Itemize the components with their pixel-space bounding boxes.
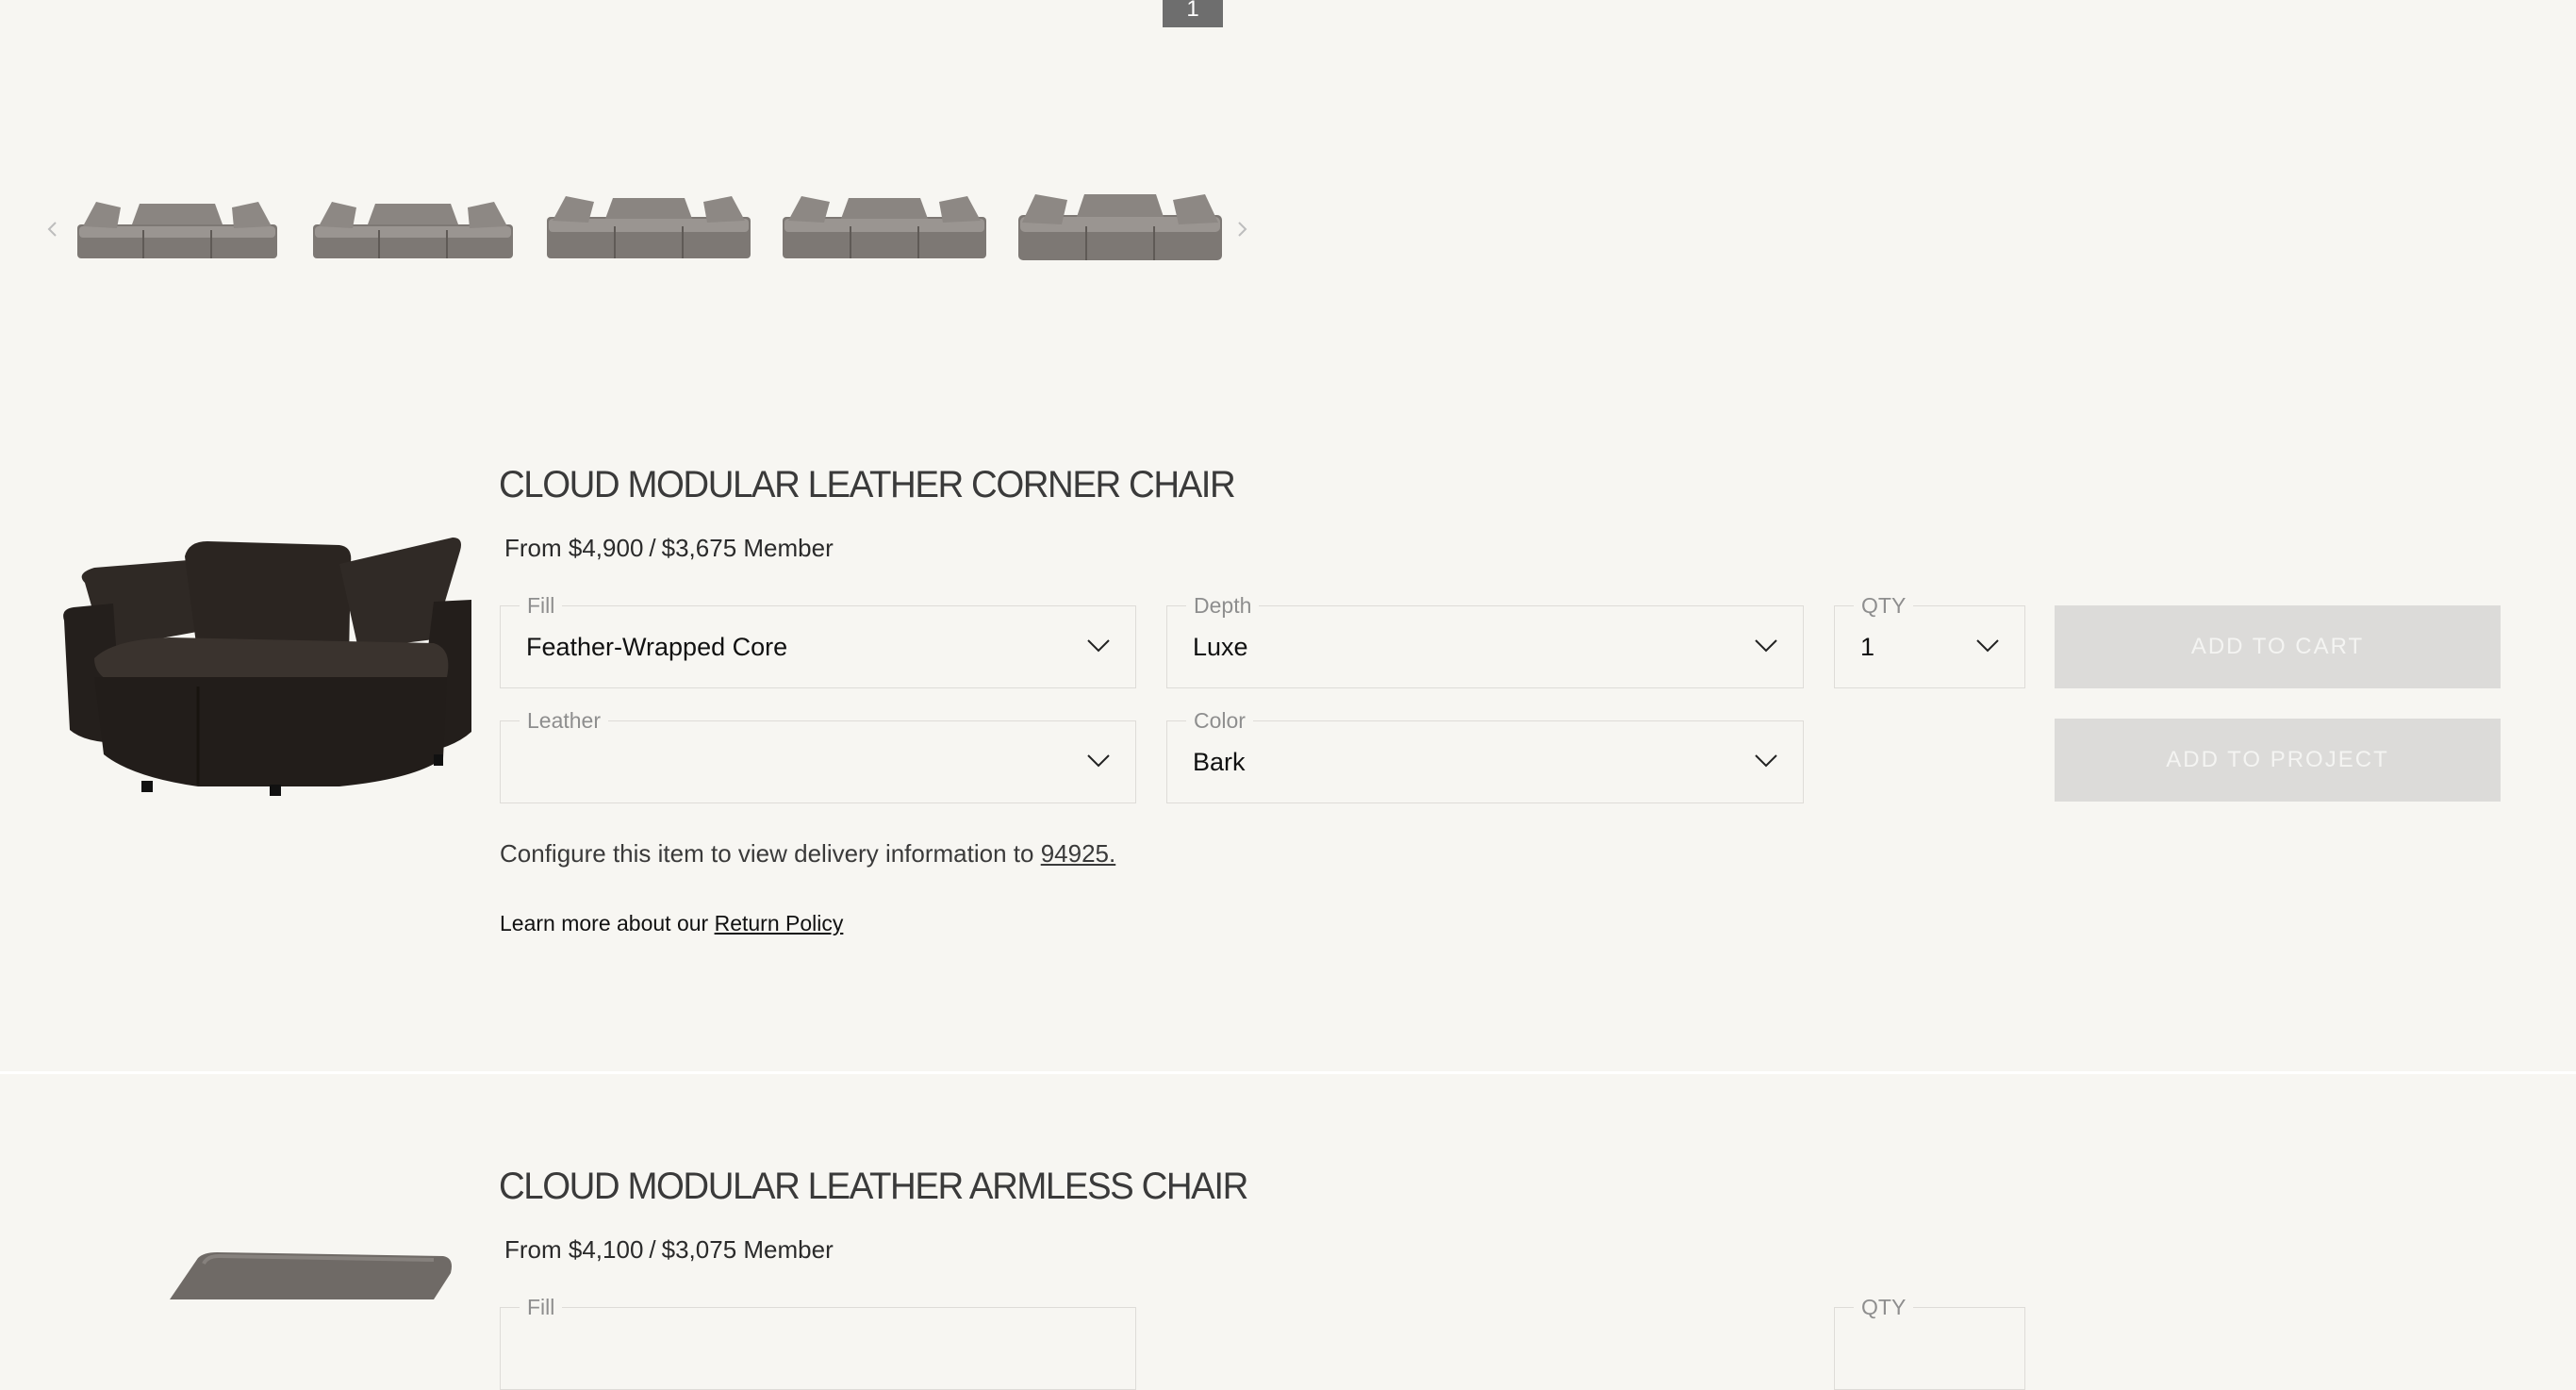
chevron-down-icon	[1087, 754, 1110, 768]
return-text: Learn more about our	[500, 911, 709, 935]
chevron-down-icon	[1976, 639, 1999, 653]
chevron-left-icon[interactable]	[42, 219, 63, 240]
delivery-info: Configure this item to view delivery inf…	[500, 839, 1115, 869]
price-member: $3,675 Member	[661, 534, 834, 562]
chevron-right-icon[interactable]	[1231, 219, 1252, 240]
product-title: CLOUD MODULAR LEATHER ARMLESS CHAIR	[499, 1166, 1248, 1207]
color-label: Color	[1186, 708, 1253, 733]
add-to-project-button[interactable]: ADD TO PROJECT	[2055, 719, 2501, 802]
fill-label: Fill	[520, 1295, 563, 1319]
price-separator: /	[649, 1235, 656, 1264]
qty-value: 1	[1860, 633, 1875, 661]
delivery-text: Configure this item to view delivery inf…	[500, 839, 1034, 868]
leather-select[interactable]: Leather	[500, 708, 1136, 803]
page-number: 1	[1186, 0, 1199, 22]
page-indicator[interactable]: 1	[1163, 0, 1223, 27]
price: From $4,900/$3,675 Member	[504, 534, 834, 563]
fill-label: Fill	[520, 593, 563, 618]
price-regular: From $4,900	[504, 534, 644, 562]
thumbnail-1[interactable]	[74, 189, 281, 264]
price: From $4,100/$3,075 Member	[504, 1235, 834, 1265]
product-image-armless-chair[interactable]	[113, 1245, 471, 1299]
delivery-zip-link[interactable]: 94925.	[1041, 839, 1116, 868]
thumbnail-4[interactable]	[781, 189, 988, 264]
qty-select[interactable]: QTY 1	[1834, 593, 2025, 688]
thumbnail-5[interactable]	[1016, 189, 1224, 264]
chevron-down-icon	[1087, 639, 1110, 653]
price-separator: /	[649, 534, 656, 562]
qty-select[interactable]: QTY	[1834, 1295, 2025, 1390]
add-to-cart-button[interactable]: ADD TO CART	[2055, 605, 2501, 688]
depth-select[interactable]: Depth Luxe	[1166, 593, 1804, 688]
thumbnail-3[interactable]	[545, 189, 752, 264]
return-policy-link[interactable]: Return Policy	[715, 911, 844, 935]
fill-value: Feather-Wrapped Core	[526, 633, 788, 661]
chevron-down-icon	[1755, 639, 1777, 653]
fill-select[interactable]: Fill Feather-Wrapped Core	[500, 593, 1136, 688]
color-value: Bark	[1193, 748, 1246, 776]
product-title: CLOUD MODULAR LEATHER CORNER CHAIR	[499, 464, 1236, 505]
color-select[interactable]: Color Bark	[1166, 708, 1804, 803]
price-regular: From $4,100	[504, 1235, 644, 1264]
depth-label: Depth	[1186, 593, 1260, 618]
qty-label: QTY	[1854, 593, 1914, 618]
section-divider	[0, 1071, 2576, 1074]
fill-select[interactable]: Fill	[500, 1295, 1136, 1390]
depth-value: Luxe	[1193, 633, 1248, 661]
leather-label: Leather	[520, 708, 609, 733]
qty-label: QTY	[1854, 1295, 1914, 1319]
price-member: $3,075 Member	[661, 1235, 834, 1264]
chevron-down-icon	[1755, 754, 1777, 768]
product-image-corner-chair[interactable]	[57, 517, 471, 800]
return-policy-info: Learn more about our Return Policy	[500, 911, 843, 936]
thumbnail-2[interactable]	[309, 189, 517, 264]
